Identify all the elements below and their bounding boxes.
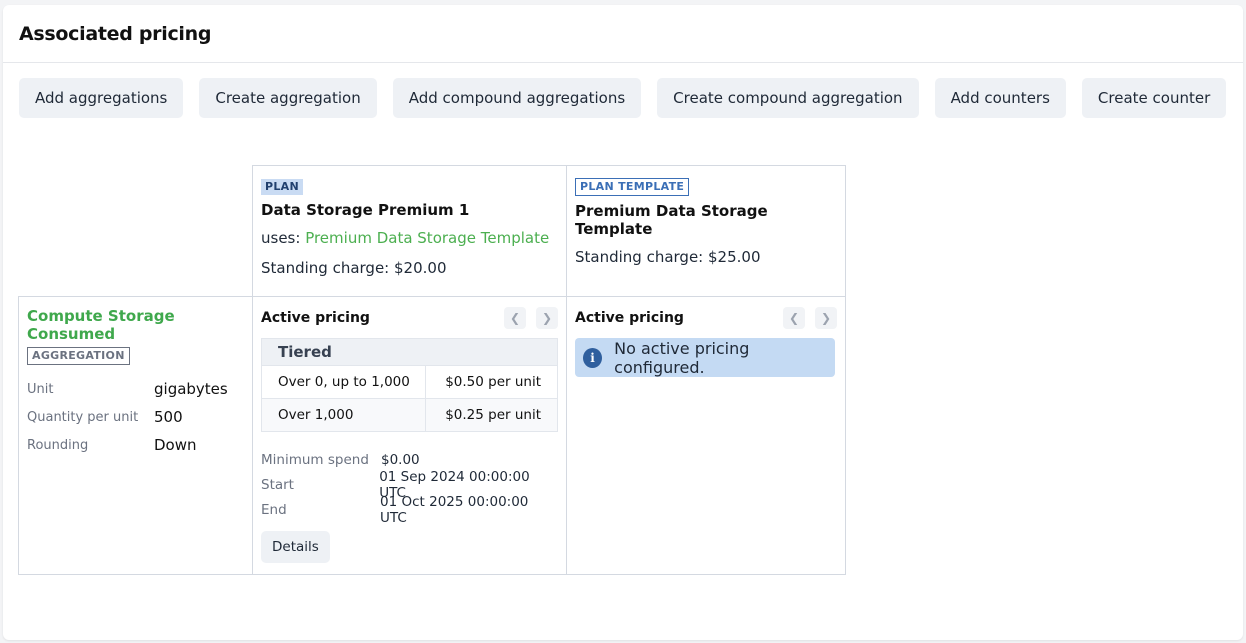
pricing-header: Active pricing ❮ ❯ bbox=[261, 307, 558, 329]
details-button[interactable]: Details bbox=[261, 531, 330, 563]
pricing-nav: ❮ ❯ bbox=[783, 307, 837, 329]
add-counters-button[interactable]: Add counters bbox=[934, 78, 1066, 118]
uses-label: uses: bbox=[261, 229, 306, 247]
pricing-header: Active pricing ❮ ❯ bbox=[575, 307, 837, 329]
template-pricing-cell: Active pricing ❮ ❯ i No active pricing c… bbox=[566, 296, 846, 575]
property-label: Quantity per unit bbox=[27, 409, 139, 425]
tier-range: Over 0, up to 1,000 bbox=[262, 366, 426, 398]
tier-range: Over 1,000 bbox=[262, 399, 426, 431]
property-row: Rounding Down bbox=[27, 431, 244, 459]
table-row: Over 0, up to 1,000 $0.50 per unit bbox=[262, 365, 557, 398]
create-compound-aggregation-button[interactable]: Create compound aggregation bbox=[657, 78, 919, 118]
no-pricing-alert: i No active pricing configured. bbox=[575, 338, 835, 377]
add-aggregations-button[interactable]: Add aggregations bbox=[19, 78, 184, 118]
plan-tag: PLAN bbox=[261, 179, 303, 195]
plan-standing-charge: Standing charge: $20.00 bbox=[261, 259, 447, 277]
grid-corner bbox=[18, 165, 253, 297]
meta-value: $0.00 bbox=[381, 451, 420, 468]
chevron-right-icon[interactable]: ❯ bbox=[536, 307, 558, 329]
template-name: Premium Data Storage Template bbox=[575, 202, 768, 238]
property-label: Unit bbox=[27, 381, 54, 397]
property-value: 500 bbox=[154, 408, 183, 426]
plan-column-header: PLAN Data Storage Premium 1 uses: Premiu… bbox=[252, 165, 567, 297]
aggregation-properties: Unit gigabytes Quantity per unit 500 Rou… bbox=[27, 375, 244, 459]
chevron-left-icon[interactable]: ❮ bbox=[783, 307, 805, 329]
pricing-meta: Minimum spend $0.00 Start 01 Sep 2024 00… bbox=[261, 447, 558, 526]
meta-label: End bbox=[261, 501, 287, 518]
create-counter-button[interactable]: Create counter bbox=[1081, 78, 1227, 118]
table-row: Over 1,000 $0.25 per unit bbox=[262, 398, 557, 431]
add-compound-aggregations-button[interactable]: Add compound aggregations bbox=[392, 78, 642, 118]
template-standing-charge: Standing charge: $25.00 bbox=[575, 248, 761, 266]
create-aggregation-button[interactable]: Create aggregation bbox=[199, 78, 377, 118]
tier-price: $0.25 per unit bbox=[445, 407, 541, 423]
property-value: Down bbox=[154, 436, 197, 454]
pricing-nav: ❮ ❯ bbox=[504, 307, 558, 329]
property-label: Rounding bbox=[27, 437, 89, 453]
meta-row: End 01 Oct 2025 00:00:00 UTC bbox=[261, 494, 558, 526]
alert-message: No active pricing configured. bbox=[614, 338, 750, 377]
panel-header: Associated pricing bbox=[3, 5, 1243, 63]
chevron-left-icon[interactable]: ❮ bbox=[504, 307, 526, 329]
pricing-title: Active pricing bbox=[575, 310, 684, 326]
plan-template-tag: PLAN TEMPLATE bbox=[575, 178, 690, 196]
associated-pricing-panel: Associated pricing Add aggregations Crea… bbox=[3, 5, 1243, 640]
plan-uses: uses: Premium Data Storage Template bbox=[261, 229, 558, 247]
template-link[interactable]: Premium Data Storage Template bbox=[305, 229, 549, 247]
aggregation-tag: AGGREGATION bbox=[27, 347, 130, 365]
property-row: Unit gigabytes bbox=[27, 375, 244, 403]
property-row: Quantity per unit 500 bbox=[27, 403, 244, 431]
plan-name: Data Storage Premium 1 bbox=[261, 201, 470, 219]
toolbar: Add aggregations Create aggregation Add … bbox=[19, 78, 1227, 118]
page-title: Associated pricing bbox=[19, 22, 212, 45]
meta-value: 01 Oct 2025 00:00:00 UTC bbox=[380, 493, 529, 526]
tier-type: Tiered bbox=[262, 339, 557, 365]
aggregation-name-link[interactable]: Compute Storage Consumed bbox=[27, 307, 244, 343]
meta-label: Minimum spend bbox=[261, 451, 369, 468]
info-icon: i bbox=[583, 347, 603, 368]
property-value: gigabytes bbox=[154, 380, 228, 398]
template-column-header: PLAN TEMPLATE Premium Data Storage Templ… bbox=[566, 165, 846, 297]
pricing-grid: PLAN Data Storage Premium 1 uses: Premiu… bbox=[18, 165, 846, 575]
plan-pricing-cell: Active pricing ❮ ❯ Tiered Over 0, up to … bbox=[252, 296, 567, 575]
tier-table: Tiered Over 0, up to 1,000 $0.50 per uni… bbox=[261, 338, 558, 432]
pricing-title: Active pricing bbox=[261, 310, 370, 326]
chevron-right-icon[interactable]: ❯ bbox=[815, 307, 837, 329]
tier-price: $0.50 per unit bbox=[445, 374, 541, 390]
meta-label: Start bbox=[261, 476, 294, 493]
aggregation-row-header: Compute Storage Consumed AGGREGATION Uni… bbox=[18, 296, 253, 575]
